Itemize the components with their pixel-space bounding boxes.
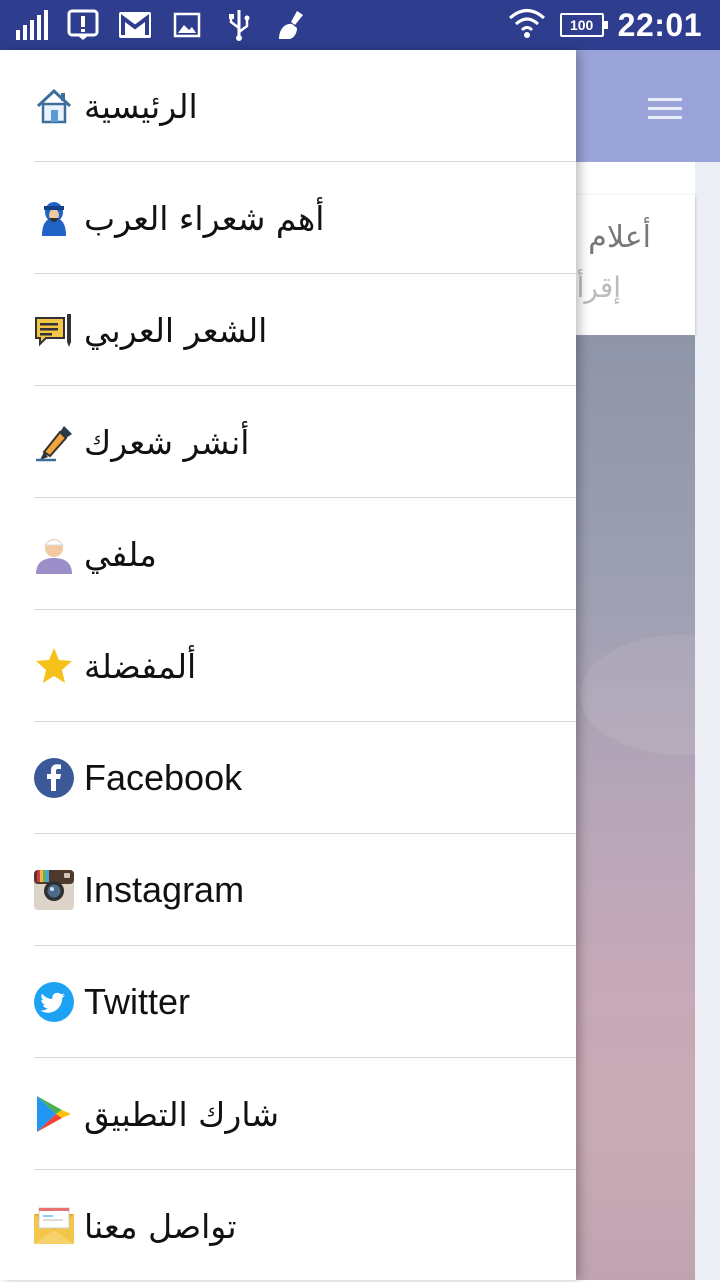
menu-item-arabic-poetry[interactable]: الشعر العربي [0,274,576,386]
cleaner-icon [274,8,308,42]
home-icon [34,86,74,126]
menu-item-label: ألمفضلة [84,646,197,686]
alert-icon [66,8,100,42]
menu-item-profile[interactable]: ملفي [0,498,576,610]
signal-bars-icon [14,8,48,42]
menu-item-facebook[interactable]: Facebook [0,722,576,834]
wifi-icon [508,7,546,43]
profile-icon [34,534,74,574]
menu-item-label: شارك التطبيق [84,1094,280,1134]
card-subtitle: إقرأ [576,271,621,304]
menu-item-label: Twitter [84,981,191,1022]
usb-icon [222,8,256,42]
menu-item-share-app[interactable]: شارك التطبيق [0,1058,576,1170]
play-store-icon [34,1094,74,1134]
gmail-icon [118,8,152,42]
drawer-menu: الرئيسية أهم شعراء العرب الشعر العربي أن… [0,50,576,1282]
menu-item-twitter[interactable]: Twitter [0,946,576,1058]
hamburger-menu-icon[interactable] [648,98,682,125]
menu-item-label: الشعر العربي [84,310,268,350]
navigation-drawer: الرئيسية أهم شعراء العرب الشعر العربي أن… [0,50,576,1280]
fountain-pen-icon [34,422,74,462]
status-bar: 100 22:01 [0,0,720,50]
envelope-icon [34,1206,74,1246]
menu-item-label: تواصل معنا [84,1206,237,1246]
menu-item-label: أهم شعراء العرب [84,198,325,238]
notes-pencil-icon [34,310,74,350]
clock: 22:01 [617,6,702,43]
instagram-icon [34,870,74,910]
menu-item-label: Facebook [84,757,243,798]
star-icon [34,646,74,686]
menu-item-home[interactable]: الرئيسية [0,50,576,162]
menu-item-contact-us[interactable]: تواصل معنا [0,1170,576,1282]
menu-item-label: ملفي [84,534,157,574]
image-icon [170,8,204,42]
menu-item-arab-poets[interactable]: أهم شعراء العرب [0,162,576,274]
twitter-icon [34,982,74,1022]
menu-item-favorites[interactable]: ألمفضلة [0,610,576,722]
menu-item-label: أنشر شعرك [84,422,250,462]
card-title: أعلام [588,220,651,255]
menu-item-label: Instagram [84,869,245,910]
facebook-icon [34,758,74,798]
menu-item-publish-poetry[interactable]: أنشر شعرك [0,386,576,498]
battery-icon: 100 [559,13,608,37]
menu-item-label: الرئيسية [84,86,198,126]
arab-poet-icon [34,198,74,238]
menu-item-instagram[interactable]: Instagram [0,834,576,946]
